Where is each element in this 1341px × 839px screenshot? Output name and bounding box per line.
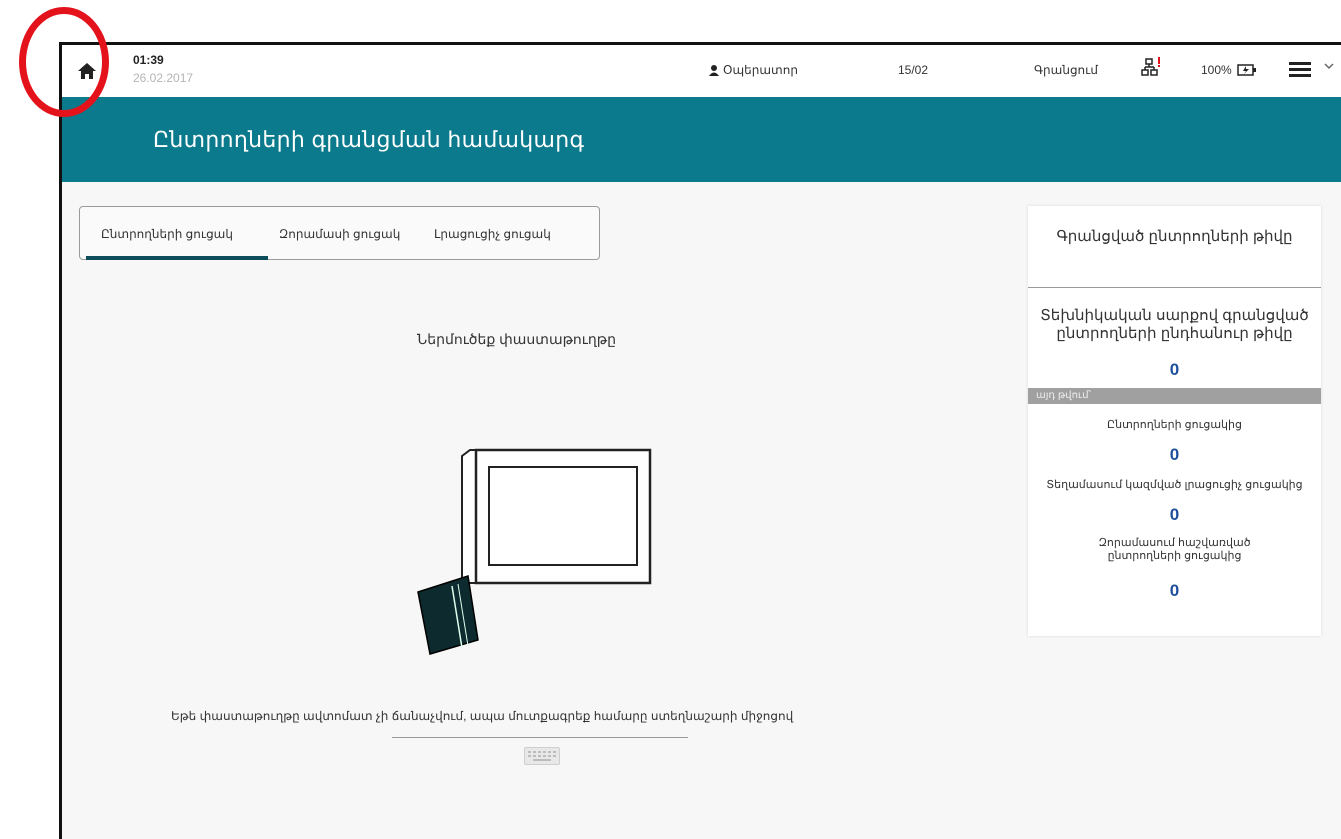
military-list-label: Զորամասում հաշվառված ընտրողների ցուցակից — [1098, 537, 1251, 562]
app-window: 01:39 26.02.2017 Օպերատոր 15/02 Գրանցում… — [59, 42, 1341, 839]
registered-count-panel: Գրանցված ընտրողների թիվը Տեխնիկական սարք… — [1028, 206, 1321, 636]
operator-menu[interactable]: Օպերատոր — [709, 63, 798, 77]
top-bar: 01:39 26.02.2017 Օպերատոր 15/02 Գրանցում… — [62, 45, 1341, 97]
user-icon — [709, 65, 719, 76]
clock-date: 26.02.2017 — [133, 71, 194, 85]
operator-label: Օպերատոր — [723, 63, 798, 77]
tab-additional-list[interactable]: Լրացուցիչ ցուցակ — [434, 227, 551, 241]
voters-list-count: 0 — [1169, 445, 1180, 464]
list-tabs: Ընտրողների ցուցակ Զորամասի ցուցակ Լրացու… — [79, 206, 600, 260]
tab-military-list[interactable]: Զորամասի ցուցակ — [279, 227, 400, 241]
counter: 15/02 — [898, 63, 929, 77]
additional-list-label: Տեղամասում կազմված լրացուցիչ ցուցակից — [1046, 479, 1303, 491]
keyboard-icon[interactable] — [524, 747, 560, 765]
tab-voters-list[interactable]: Ընտրողների ցուցակ — [101, 227, 233, 241]
menu-icon[interactable] — [1289, 60, 1313, 78]
clock-time: 01:39 — [133, 53, 164, 67]
page-title: Ընտրողների գրանցման համակարգ — [153, 127, 585, 152]
battery-level: 100% — [1201, 63, 1232, 77]
chevron-down-icon[interactable] — [1324, 61, 1334, 71]
annotation-circle — [19, 7, 109, 117]
breakdown-label: այդ թվում՝ — [1028, 388, 1321, 404]
document-scanner-icon — [417, 448, 652, 655]
panel-title: Գրանցված ընտրողների թիվը — [1056, 228, 1293, 245]
additional-list-count: 0 — [1169, 505, 1180, 524]
keyboard-entry-hint: Եթե փաստաթուղթը ավտոմատ չի ճանաչվում, ապ… — [171, 709, 794, 723]
active-tab-indicator — [86, 256, 268, 260]
register-link[interactable]: Գրանցում — [1034, 63, 1098, 77]
divider — [392, 737, 688, 738]
battery-status: 100% — [1201, 63, 1257, 77]
military-list-count: 0 — [1169, 581, 1180, 600]
total-count: 0 — [1169, 360, 1180, 379]
title-banner: Ընտրողների գրանցման համակարգ — [62, 97, 1341, 182]
voters-list-label: Ընտրողների ցուցակից — [1107, 419, 1242, 431]
panel-divider — [1028, 287, 1321, 288]
insert-document-prompt: Ներմուծեք փաստաթուղթը — [417, 331, 616, 347]
network-alert-icon[interactable] — [1141, 57, 1163, 77]
battery-charging-icon — [1237, 64, 1257, 76]
panel-subtitle: Տեխնիկական սարքով գրանցված ընտրողների ըն… — [1040, 307, 1309, 342]
